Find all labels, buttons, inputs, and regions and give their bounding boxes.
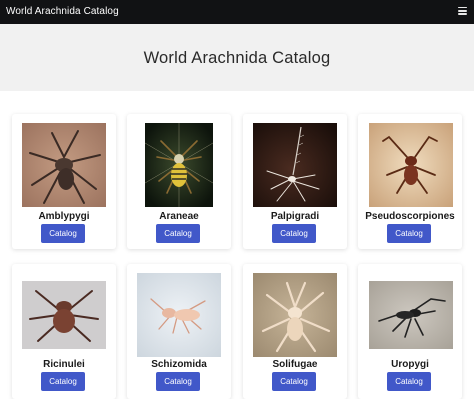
pseudoscorpiones-photo xyxy=(369,123,453,207)
catalog-button[interactable]: Catalog xyxy=(387,224,431,243)
card-amblypygi: Amblypygi Catalog xyxy=(12,114,116,249)
uropygi-photo xyxy=(369,281,453,349)
card-schizomida: Schizomida Catalog xyxy=(127,264,231,399)
card-araneae: Araneae Catalog xyxy=(127,114,231,249)
card-title: Ricinulei xyxy=(43,359,85,370)
card-uropygi: Uropygi Catalog xyxy=(358,264,462,399)
schizomida-photo xyxy=(137,273,221,357)
card-solifugae: Solifugae Catalog xyxy=(243,264,347,399)
amblypygi-photo xyxy=(22,123,106,207)
catalog-button[interactable]: Catalog xyxy=(272,372,316,391)
card-title: Solifugae xyxy=(272,359,318,370)
card-title: Pseudoscorpiones xyxy=(365,211,455,222)
card-pseudoscorpiones: Pseudoscorpiones Catalog xyxy=(358,114,462,249)
araneae-photo xyxy=(145,123,213,207)
card-title: Amblypygi xyxy=(38,211,90,222)
card-title: Uropygi xyxy=(391,359,429,370)
catalog-button[interactable]: Catalog xyxy=(272,224,316,243)
catalog-button[interactable]: Catalog xyxy=(41,224,85,243)
card-grid: Amblypygi Catalog Araneae Catalog Palpig… xyxy=(0,0,474,399)
solifugae-photo xyxy=(253,273,337,357)
palpigradi-photo xyxy=(253,123,337,207)
ricinulei-photo xyxy=(22,281,106,349)
card-palpigradi: Palpigradi Catalog xyxy=(243,114,347,249)
card-title: Palpigradi xyxy=(270,211,320,222)
card-ricinulei: Ricinulei Catalog xyxy=(12,264,116,399)
card-title: Schizomida xyxy=(151,359,207,370)
catalog-button[interactable]: Catalog xyxy=(156,224,200,243)
catalog-button[interactable]: Catalog xyxy=(156,372,200,391)
catalog-button[interactable]: Catalog xyxy=(387,372,431,391)
catalog-button[interactable]: Catalog xyxy=(41,372,85,391)
card-title: Araneae xyxy=(159,211,199,222)
